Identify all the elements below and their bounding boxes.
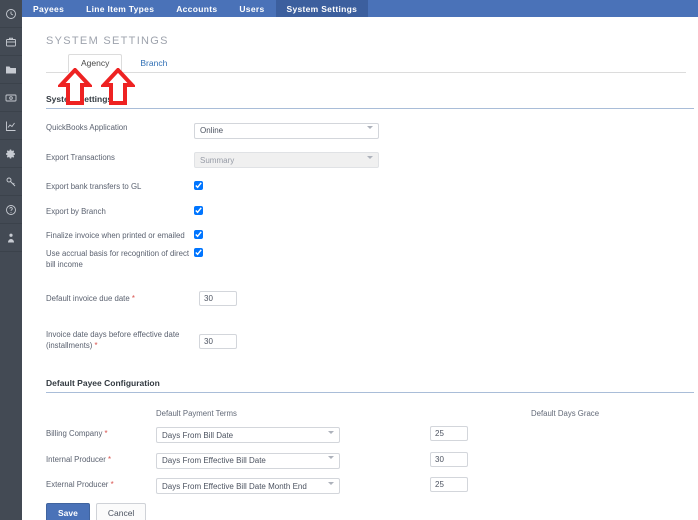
default-payee-configuration-form: Default Payment Terms Default Days Grace…	[46, 409, 686, 520]
label-external-producer: External Producer *	[46, 480, 156, 489]
required-asterisk: *	[94, 341, 98, 350]
select-external-producer-payment-terms[interactable]: Days From Effective Bill Date Month End	[156, 478, 340, 494]
field-row-export-transactions: Export Transactions Summary	[46, 150, 686, 168]
label-text-billing-company: Billing Company	[46, 429, 103, 439]
label-text-invoice-date-days-before: Invoice date days before effective date …	[46, 329, 180, 351]
label-text-internal-producer: Internal Producer	[46, 454, 106, 464]
column-header-default-payment-terms: Default Payment Terms	[156, 408, 237, 418]
page-content: SYSTEM SETTINGS Agency Branch System Set…	[22, 17, 698, 520]
form-action-buttons: Save Cancel	[46, 503, 686, 520]
label-text-external-producer: External Producer	[46, 480, 109, 490]
select-internal-producer-payment-terms[interactable]: Days From Effective Bill Date	[156, 452, 340, 469]
checkbox-use-accrual-basis[interactable]	[194, 247, 203, 257]
label-export-bank-transfers-to-gl: Export bank transfers to GL	[46, 182, 142, 191]
input-default-invoice-due-date[interactable]	[199, 290, 237, 306]
tab-branch[interactable]: Branch	[128, 55, 179, 72]
input-invoice-date-days-before-effective-date[interactable]	[199, 333, 237, 349]
folder-icon	[5, 64, 17, 76]
key-icon	[5, 176, 17, 188]
nav-item-payees[interactable]: Payees	[22, 0, 75, 17]
top-navigation-bar: Payees Line Item Types Accounts Users Sy…	[22, 0, 698, 17]
label-export-transactions: Export Transactions	[46, 152, 115, 162]
label-internal-producer: Internal Producer *	[46, 455, 156, 464]
required-asterisk: *	[104, 429, 108, 439]
field-row-export-by-branch: Export by Branch	[46, 204, 686, 218]
nav-item-system-settings[interactable]: System Settings	[275, 0, 369, 17]
quickbooks-application-select[interactable]: Online	[194, 122, 379, 139]
user-icon	[5, 232, 17, 244]
input-internal-producer-days-grace[interactable]	[430, 451, 468, 467]
sidebar-item-security[interactable]	[0, 168, 22, 196]
field-row-finalize-invoice: Finalize invoice when printed or emailed	[46, 228, 686, 242]
sidebar-item-settings[interactable]	[0, 140, 22, 168]
checkbox-export-by-branch[interactable]	[194, 205, 203, 215]
sidebar-item-briefcase[interactable]	[0, 28, 22, 56]
export-transactions-select-wrap: Summary	[194, 150, 379, 168]
required-asterisk: *	[131, 293, 135, 303]
select-billing-company-payment-terms[interactable]: Days From Bill Date	[156, 427, 340, 443]
payee-config-row-external-producer: External Producer * Days From Effective …	[46, 476, 686, 494]
briefcase-icon	[5, 36, 17, 48]
billing-company-terms-select-wrap: Days From Bill Date	[156, 425, 340, 443]
tab-agency[interactable]: Agency	[68, 54, 123, 73]
required-asterisk: *	[107, 454, 112, 464]
left-icon-rail	[0, 0, 22, 520]
sidebar-item-reports[interactable]	[0, 112, 22, 140]
input-billing-company-days-grace[interactable]	[430, 426, 468, 442]
payment-icon	[5, 92, 17, 104]
payee-config-column-headers: Default Payment Terms Default Days Grace	[46, 409, 686, 418]
settings-tabstrip: Agency Branch	[46, 54, 686, 73]
input-external-producer-days-grace[interactable]	[430, 477, 468, 493]
section-header-default-payee-configuration: Default Payee Configuration	[46, 378, 694, 393]
cancel-button[interactable]: Cancel	[95, 503, 147, 520]
checkbox-finalize-invoice-when-printed-or-emailed[interactable]	[194, 230, 203, 239]
nav-item-line-item-types[interactable]: Line Item Types	[75, 0, 165, 17]
field-row-export-bank-transfers: Export bank transfers to GL	[46, 179, 686, 193]
field-row-accrual-basis: Use accrual basis for recognition of dir…	[46, 246, 686, 271]
internal-producer-terms-select-wrap: Days From Effective Bill Date	[156, 450, 340, 469]
label-export-by-branch: Export by Branch	[46, 206, 106, 216]
dashboard-icon	[5, 8, 17, 20]
nav-item-users[interactable]: Users	[228, 0, 275, 17]
help-icon	[5, 204, 17, 216]
field-row-default-invoice-due-date: Default invoice due date *	[46, 290, 686, 306]
nav-item-accounts[interactable]: Accounts	[165, 0, 228, 17]
label-default-invoice-due-date: Default invoice due date *	[46, 291, 194, 305]
label-finalize-invoice-when-printed-or-emailed: Finalize invoice when printed or emailed	[46, 231, 185, 240]
chart-icon	[5, 120, 17, 132]
external-producer-terms-select-wrap: Days From Effective Bill Date Month End	[156, 476, 340, 494]
field-row-invoice-date-days-before: Invoice date days before effective date …	[46, 327, 686, 352]
label-billing-company: Billing Company *	[46, 429, 156, 438]
save-button[interactable]: Save	[46, 503, 90, 520]
column-header-default-days-grace: Default Days Grace	[531, 408, 600, 418]
label-use-accrual-basis: Use accrual basis for recognition of dir…	[46, 248, 190, 270]
payee-config-row-internal-producer: Internal Producer * Days From Effective …	[46, 450, 686, 469]
export-transactions-select[interactable]: Summary	[194, 152, 379, 168]
sidebar-item-payments[interactable]	[0, 84, 22, 112]
label-text-default-invoice-due-date: Default invoice due date	[46, 293, 130, 303]
section-header-system-settings: System Settings	[46, 94, 694, 109]
sidebar-item-help[interactable]	[0, 196, 22, 224]
required-asterisk: *	[110, 480, 114, 490]
label-invoice-date-days-before-effective-date: Invoice date days before effective date …	[46, 327, 194, 352]
field-row-quickbooks-application: QuickBooks Application Online	[46, 120, 686, 139]
app-root: Payees Line Item Types Accounts Users Sy…	[0, 0, 698, 520]
sidebar-item-dashboard[interactable]	[0, 0, 22, 28]
sidebar-item-profile[interactable]	[0, 224, 22, 252]
quickbooks-application-select-wrap: Online	[194, 120, 379, 139]
label-quickbooks-application: QuickBooks Application	[46, 123, 128, 132]
system-settings-form: QuickBooks Application Online Export Tra…	[46, 120, 686, 352]
payee-config-row-billing-company: Billing Company * Days From Bill Date	[46, 425, 686, 443]
gear-icon	[5, 148, 17, 160]
sidebar-item-folder[interactable]	[0, 56, 22, 84]
page-title: SYSTEM SETTINGS	[46, 35, 169, 47]
checkbox-export-bank-transfers-to-gl[interactable]	[194, 181, 203, 190]
